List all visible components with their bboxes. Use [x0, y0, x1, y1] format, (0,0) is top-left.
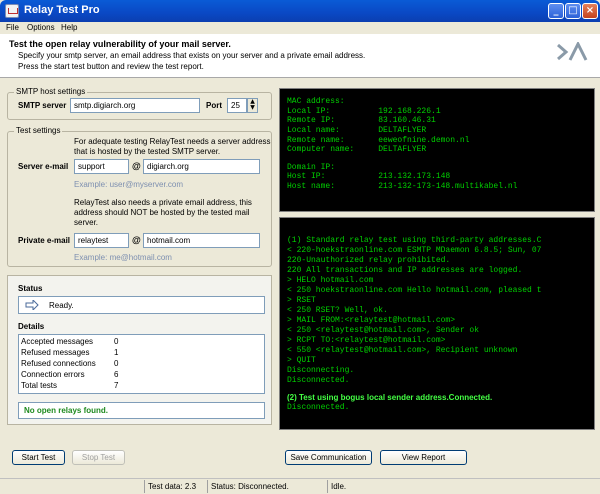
private-example: Example: me@hotmail.com [74, 253, 172, 262]
title-bar: Relay Test Pro _ □ × [0, 0, 600, 22]
port-input[interactable]: 25 [227, 98, 247, 113]
log-line: < 250 RSET? Well, ok. [287, 306, 388, 315]
detail-value: 1 [114, 348, 119, 357]
server-example: Example: user@myserver.com [74, 180, 184, 189]
log-line: > RSET [287, 296, 316, 305]
detail-label: Refused messages [21, 348, 90, 357]
server-note: For adequate testing RelayTest needs a s… [74, 137, 271, 156]
log-line: > QUIT [287, 356, 316, 365]
maximize-button[interactable]: □ [565, 3, 581, 19]
test-settings-label: Test settings [14, 126, 63, 135]
log-line: (2) Test using bogus local sender addres… [287, 393, 493, 402]
smtp-group-label: SMTP host settings [14, 87, 88, 96]
start-test-button[interactable]: Start Test [12, 450, 65, 465]
smtp-server-label: SMTP server [18, 101, 67, 110]
minimize-button[interactable]: _ [548, 3, 564, 19]
detail-value: 6 [114, 370, 119, 379]
statusbar-state: Idle. [327, 480, 600, 493]
log-line: 220-Unauthorized relay prohibited. [287, 256, 451, 265]
private-email-label: Private e-mail [18, 236, 71, 245]
status-panel: Status Ready. Details Accepted messages … [7, 275, 272, 425]
arrow-right-icon [25, 300, 39, 310]
log-line: < 250 hoekstraonline.com Hello hotmail.c… [287, 286, 542, 295]
menu-options[interactable]: Options [27, 22, 55, 34]
info-line: MAC address: [287, 97, 345, 106]
log-line: Disconnecting. [287, 366, 355, 375]
private-user-input[interactable]: relaytest [74, 233, 129, 248]
menu-bar: File Options Help [0, 22, 600, 34]
app-icon [5, 4, 19, 18]
details-box: Accepted messages 0 Refused messages 1 R… [18, 334, 265, 394]
statusbar-test-data: Test data: 2.3 [144, 480, 207, 493]
detail-value: 0 [114, 359, 119, 368]
log-line: > HELO hotmail.com [287, 276, 374, 285]
logo-icon [557, 42, 588, 61]
header-title: Test the open relay vulnerability of you… [9, 39, 231, 49]
save-communication-button[interactable]: Save Communication [285, 450, 372, 465]
window-title: Relay Test Pro [24, 4, 100, 16]
detail-value: 0 [114, 337, 119, 346]
server-domain-input[interactable]: digiarch.org [143, 159, 260, 174]
smtp-group: SMTP host settings SMTP server smtp.digi… [7, 87, 272, 120]
private-note: RelayTest also needs a private email add… [74, 198, 252, 227]
view-report-button[interactable]: View Report [380, 450, 467, 465]
log-line: < 550 <relaytest@hotmail.com>, Recipient… [287, 346, 518, 355]
server-at-sign: @ [132, 161, 141, 171]
info-line: Computer name: DELTAFLYER [287, 145, 427, 154]
server-email-label: Server e-mail [18, 162, 69, 171]
detail-label: Accepted messages [21, 337, 94, 346]
server-user-input[interactable]: support [74, 159, 129, 174]
test-settings-group: Test settings For adequate testing Relay… [7, 126, 272, 267]
detail-label: Total tests [21, 381, 58, 390]
log-line: (1) Standard relay test using third-part… [287, 236, 542, 245]
details-heading: Details [18, 322, 45, 331]
close-button[interactable]: × [582, 3, 598, 19]
stop-test-button[interactable]: Stop Test [72, 450, 125, 465]
detail-label: Refused connections [21, 359, 96, 368]
spin-down-icon[interactable]: ▼ [248, 105, 257, 111]
menu-help[interactable]: Help [61, 22, 77, 34]
menu-file[interactable]: File [6, 22, 19, 34]
status-box: Ready. [18, 296, 265, 314]
detail-value: 7 [114, 381, 119, 390]
log-line: Disconnected. [287, 376, 350, 385]
log-line: < 220-hoekstraonline.com ESMTP MDaemon 6… [287, 246, 542, 255]
info-line: Remote IP: 83.160.46.31 [287, 116, 436, 125]
status-bar: Test data: 2.3 Status: Disconnected. Idl… [0, 478, 600, 494]
header-line-2: Press the start test button and review t… [18, 62, 204, 71]
log-line: Disconnected. [287, 403, 350, 412]
log-console[interactable]: (1) Standard relay test using third-part… [279, 217, 595, 430]
info-console[interactable]: MAC address: Local IP: 192.168.226.1 Rem… [279, 88, 595, 212]
status-heading: Status [18, 284, 43, 293]
header-panel: Test the open relay vulnerability of you… [0, 34, 600, 78]
log-line: > MAIL FROM:<relaytest@hotmail.com> [287, 316, 456, 325]
log-line: < 250 <relaytest@hotmail.com>, Sender ok [287, 326, 480, 335]
statusbar-status: Status: Disconnected. [207, 480, 327, 493]
port-spinner[interactable]: ▲ ▼ [247, 98, 258, 113]
log-line: > RCPT TO:<relaytest@hotmail.com> [287, 336, 446, 345]
private-domain-input[interactable]: hotmail.com [143, 233, 260, 248]
result-box: No open relays found. [18, 402, 265, 419]
info-line: Local name: DELTAFLYER [287, 126, 427, 135]
port-label: Port [206, 101, 222, 110]
status-text: Ready. [49, 301, 74, 310]
detail-label: Connection errors [21, 370, 85, 379]
header-line-1: Specify your smtp server, an email addre… [18, 51, 366, 60]
log-line: 220 All transactions and IP addresses ar… [287, 266, 523, 275]
private-at-sign: @ [132, 235, 141, 245]
info-line: Host name: 213-132-173-148.multikabel.nl [287, 182, 518, 191]
info-line: Host IP: 213.132.173.148 [287, 172, 451, 181]
smtp-server-input[interactable]: smtp.digiarch.org [70, 98, 200, 113]
